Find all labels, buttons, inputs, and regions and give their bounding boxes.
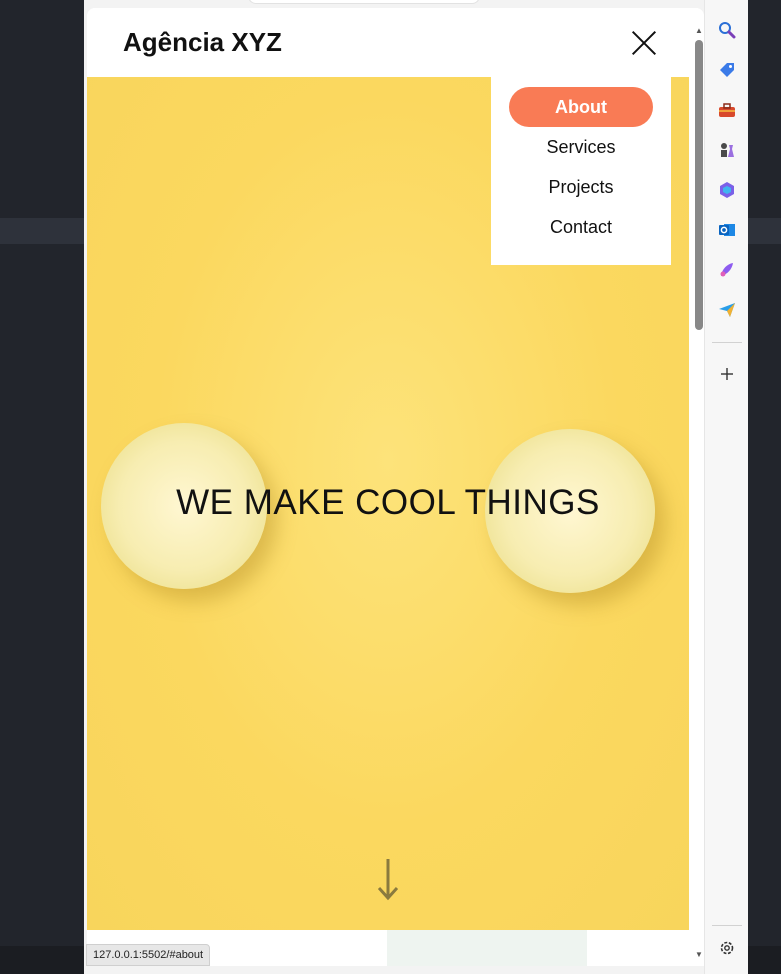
search-icon[interactable] <box>716 19 738 41</box>
arrow-down-icon[interactable] <box>373 857 403 903</box>
background-stripe-right <box>748 218 781 244</box>
next-section-image <box>387 930 587 966</box>
status-bar-url: 127.0.0.1:5502/#about <box>86 944 211 966</box>
scroll-up-arrow-icon[interactable]: ▲ <box>695 26 703 35</box>
web-page: Agência XYZ WE MAKE COOL THINGS About Se… <box>87 8 704 966</box>
add-icon[interactable] <box>716 363 738 385</box>
address-bar-edge[interactable] <box>248 0 480 4</box>
site-brand[interactable]: Agência XYZ <box>123 27 282 58</box>
sidebar-divider-bottom <box>712 925 742 926</box>
send-icon[interactable] <box>716 299 738 321</box>
background-stripe <box>0 218 84 244</box>
outlook-icon[interactable] <box>716 219 738 241</box>
site-header: Agência XYZ <box>87 8 704 77</box>
toolbox-icon[interactable] <box>716 99 738 121</box>
browser-sidebar <box>704 0 748 974</box>
nav-item-projects[interactable]: Projects <box>509 167 653 207</box>
sidebar-divider <box>712 342 742 343</box>
page-scrollbar[interactable]: ▲ ▼ <box>691 26 704 966</box>
shopping-tag-icon[interactable] <box>716 59 738 81</box>
hero-title: WE MAKE COOL THINGS <box>176 483 600 522</box>
chess-icon[interactable] <box>716 139 738 161</box>
close-menu-button[interactable] <box>627 26 661 60</box>
scroll-down-arrow-icon[interactable]: ▼ <box>695 950 703 959</box>
browser-window: Agência XYZ WE MAKE COOL THINGS About Se… <box>84 0 748 974</box>
nav-item-services[interactable]: Services <box>509 127 653 167</box>
copilot-icon[interactable] <box>716 179 738 201</box>
nav-item-contact[interactable]: Contact <box>509 207 653 247</box>
nav-dropdown: About Services Projects Contact <box>491 76 671 265</box>
scroll-thumb[interactable] <box>695 40 703 330</box>
nav-item-about[interactable]: About <box>509 87 653 127</box>
settings-icon[interactable] <box>716 937 738 959</box>
designer-icon[interactable] <box>716 259 738 281</box>
